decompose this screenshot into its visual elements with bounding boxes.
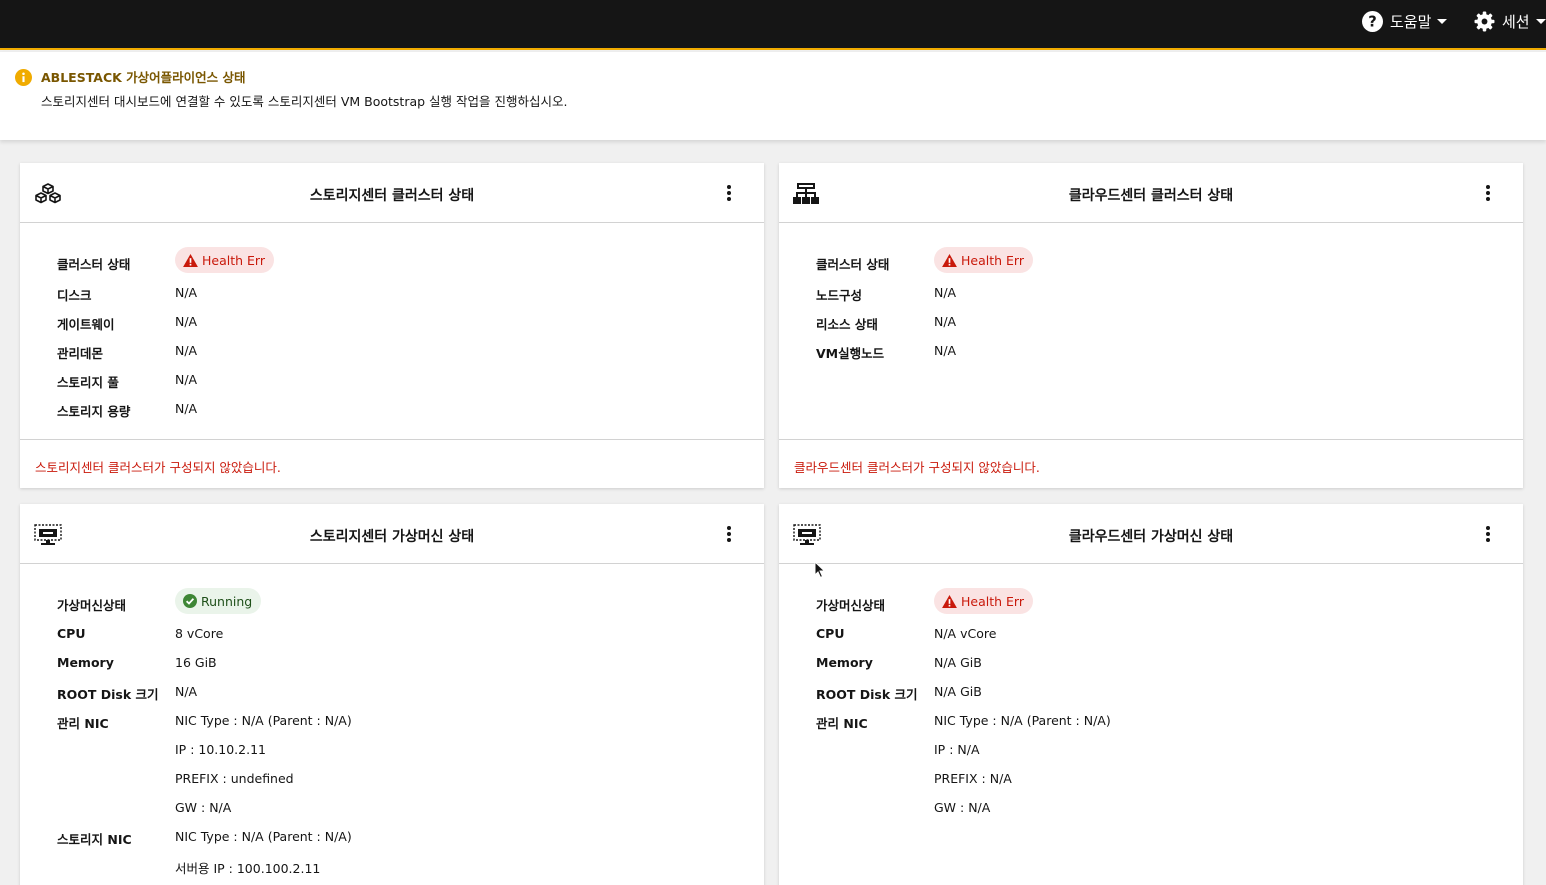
badge-text: Health Err	[961, 593, 1024, 609]
status-value: GW : N/A	[934, 800, 991, 815]
status-value: N/A	[934, 285, 957, 300]
status-value: PREFIX : undefined	[175, 771, 294, 786]
status-label: CPU	[57, 626, 86, 641]
status-value: 8 vCore	[175, 626, 224, 641]
status-label: 관리 NIC	[57, 716, 109, 731]
status-value: N/A GiB	[934, 684, 982, 699]
footer-error-message: 클라우드센터 클러스터가 구성되지 않았습니다.	[794, 460, 1040, 475]
status-value: N/A	[175, 401, 198, 416]
card-title: 스토리지센터 클러스터 상태	[309, 188, 475, 204]
help-menu-label: 도움말	[1390, 13, 1432, 31]
status-value: Health Err	[175, 247, 274, 278]
health-error-badge: Health Err	[934, 247, 1033, 273]
cloud-vm-card: 클라우드센터 가상머신 상태 가상머신상태 Health Err CPU N/A …	[779, 504, 1523, 885]
status-value: 서버용 IP : 100.100.2.11	[175, 861, 321, 876]
status-label: 게이트웨이	[57, 317, 115, 332]
status-label: 스토리지 NIC	[57, 832, 132, 847]
card-title: 클라우드센터 클러스터 상태	[1068, 188, 1234, 204]
warning-triangle-icon	[942, 253, 957, 267]
status-value: N/A GiB	[934, 655, 982, 670]
gear-icon	[1474, 11, 1495, 32]
status-value: Health Err	[934, 247, 1033, 278]
check-circle-icon	[183, 594, 197, 608]
status-value: IP : 10.10.2.11	[175, 742, 266, 757]
kebab-menu-button[interactable]	[1483, 526, 1493, 544]
caret-down-icon	[1437, 19, 1448, 24]
status-label: Memory	[816, 655, 873, 670]
status-value: Health Err	[934, 588, 1033, 619]
status-value: N/A	[175, 285, 198, 300]
alert-description: 스토리지센터 대시보드에 연결할 수 있도록 스토리지센터 VM Bootstr…	[41, 94, 568, 109]
status-label: 관리 NIC	[816, 716, 868, 731]
card-header: 스토리지센터 가상머신 상태	[20, 504, 764, 564]
status-value: N/A	[175, 343, 198, 358]
warning-triangle-icon	[183, 253, 198, 267]
badge-text: Health Err	[202, 252, 265, 268]
status-label: CPU	[816, 626, 845, 641]
card-title: 클라우드센터 가상머신 상태	[1068, 529, 1234, 545]
status-label: 리소스 상태	[816, 317, 878, 332]
appliance-status-alert: ABLESTACK 가상어플라이언스 상태 스토리지센터 대시보드에 연결할 수…	[0, 52, 1546, 140]
info-circle-icon	[15, 69, 32, 86]
status-value: IP : N/A	[934, 742, 980, 757]
cloud-cluster-card: 클라우드센터 클러스터 상태 클러스터 상태 Health Err 노드구성 N/…	[779, 163, 1523, 488]
card-header: 클라우드센터 클러스터 상태	[779, 163, 1523, 223]
running-badge: Running	[175, 588, 262, 614]
kebab-menu-button[interactable]	[724, 185, 734, 203]
session-menu[interactable]: 세션	[1474, 11, 1546, 32]
top-navigation-bar: ? 도움말 세션	[0, 0, 1546, 50]
storage-vm-card: 스토리지센터 가상머신 상태 가상머신상태 Running CPU 8 vCore…	[20, 504, 764, 885]
card-footer: 스토리지센터 클러스터가 구성되지 않았습니다.	[20, 439, 764, 489]
status-label: Memory	[57, 655, 114, 670]
status-label: 가상머신상태	[816, 598, 886, 613]
alert-title: ABLESTACK 가상어플라이언스 상태	[41, 70, 246, 85]
status-label: 디스크	[57, 288, 92, 303]
status-value: NIC Type : N/A (Parent : N/A)	[175, 829, 352, 844]
warning-triangle-icon	[942, 594, 957, 608]
session-menu-label: 세션	[1502, 13, 1530, 31]
badge-text: Health Err	[961, 252, 1024, 268]
footer-error-message: 스토리지센터 클러스터가 구성되지 않았습니다.	[35, 460, 281, 475]
status-label: ROOT Disk 크기	[57, 687, 159, 702]
status-value: Running	[175, 588, 262, 619]
storage-cluster-card: 스토리지센터 클러스터 상태 클러스터 상태 Health Err 디스크 N/A…	[20, 163, 764, 488]
status-label: 가상머신상태	[57, 598, 127, 613]
status-value: NIC Type : N/A (Parent : N/A)	[175, 713, 352, 728]
health-error-badge: Health Err	[934, 588, 1033, 614]
status-value: NIC Type : N/A (Parent : N/A)	[934, 713, 1111, 728]
card-title: 스토리지센터 가상머신 상태	[309, 529, 475, 545]
status-label: ROOT Disk 크기	[816, 687, 918, 702]
card-header: 클라우드센터 가상머신 상태	[779, 504, 1523, 564]
status-value: N/A	[175, 684, 198, 699]
status-value: N/A	[175, 372, 198, 387]
status-label: VM실행노드	[816, 346, 885, 361]
question-circle-icon: ?	[1362, 11, 1383, 32]
kebab-menu-button[interactable]	[1483, 185, 1493, 203]
status-label: 스토리지 용량	[57, 404, 131, 419]
svg-text:?: ?	[1368, 14, 1377, 31]
status-value: N/A	[175, 314, 198, 329]
status-value: PREFIX : N/A	[934, 771, 1012, 786]
card-header: 스토리지센터 클러스터 상태	[20, 163, 764, 223]
status-value: N/A	[934, 314, 957, 329]
status-label: 스토리지 풀	[57, 375, 119, 390]
mouse-pointer-icon	[814, 561, 826, 579]
caret-down-icon	[1535, 19, 1546, 24]
status-label: 클러스터 상태	[57, 257, 131, 272]
status-value: N/A vCore	[934, 626, 997, 641]
kebab-menu-button[interactable]	[724, 526, 734, 544]
card-footer: 클라우드센터 클러스터가 구성되지 않았습니다.	[779, 439, 1523, 489]
status-label: 관리데몬	[57, 346, 104, 361]
health-error-badge: Health Err	[175, 247, 274, 273]
status-label: 클러스터 상태	[816, 257, 890, 272]
status-value: GW : N/A	[175, 800, 232, 815]
status-label: 노드구성	[816, 288, 863, 303]
status-value: 16 GiB	[175, 655, 217, 670]
help-menu[interactable]: ? 도움말	[1362, 11, 1448, 32]
badge-text: Running	[201, 593, 253, 609]
status-value: N/A	[934, 343, 957, 358]
